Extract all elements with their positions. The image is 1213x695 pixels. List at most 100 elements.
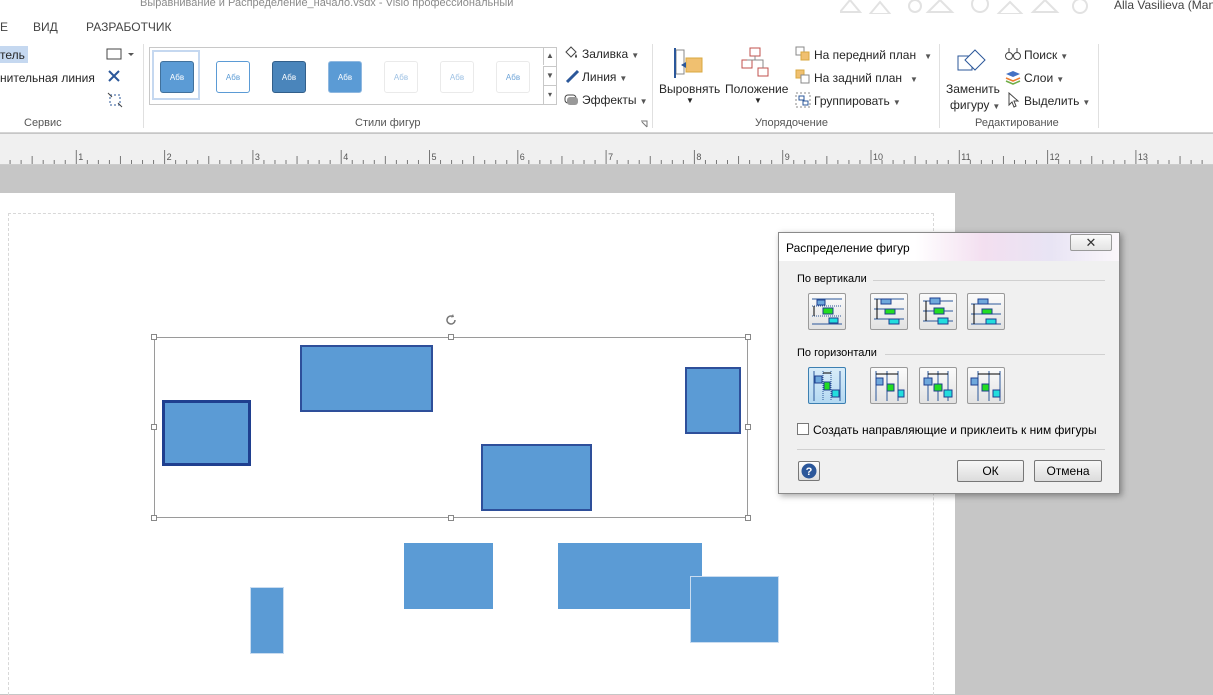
shape-rectangle[interactable]	[404, 543, 493, 609]
line-label: Линия	[582, 70, 617, 84]
close-x-icon[interactable]	[107, 69, 121, 83]
help-button[interactable]: ?	[798, 461, 820, 481]
crop-tool-icon[interactable]	[107, 92, 123, 108]
user-name[interactable]: Alla Vasilieva (Man	[1114, 0, 1213, 12]
style-swatch-5[interactable]: Абв	[384, 61, 418, 93]
chevron-down-icon[interactable]: ▼	[754, 96, 762, 105]
dialog-title-bar[interactable]: Распределение фигур ✕	[779, 233, 1119, 261]
close-button[interactable]: ✕	[1070, 234, 1112, 251]
horizontal-section-label: По горизонтали	[797, 347, 877, 359]
change-shape-label: фигуру	[950, 98, 990, 112]
tab-developer[interactable]: РАЗРАБОТЧИК	[86, 20, 172, 34]
gallery-more[interactable]: ▾	[543, 85, 556, 104]
shape-rectangle[interactable]	[558, 543, 702, 609]
gallery-scroll-down[interactable]: ▼	[543, 66, 556, 85]
change-shape-button-line2[interactable]: фигуру ▼	[950, 98, 1000, 112]
style-swatch-3[interactable]: Абв	[272, 61, 306, 93]
ok-button[interactable]: ОК	[957, 460, 1024, 482]
shape-rectangle[interactable]	[250, 587, 284, 654]
create-guides-checkbox[interactable]	[797, 423, 809, 435]
ribbon: тель нительная линия Сервис Абв Абв Абв …	[0, 40, 1213, 133]
tab-view[interactable]: ВИД	[33, 20, 58, 34]
cancel-button[interactable]: Отмена	[1034, 460, 1102, 482]
fill-bucket-icon	[565, 46, 577, 58]
ribbon-tabs: Е ВИД РАЗРАБОТЧИК	[0, 14, 1213, 40]
shape-styles-gallery[interactable]: Абв Абв Абв Абв Абв Абв Абв	[149, 47, 557, 105]
chevron-down-icon[interactable]: ▼	[686, 96, 694, 105]
bring-front-icon	[795, 46, 810, 61]
style-swatch-7[interactable]: Абв	[496, 61, 530, 93]
help-icon: ?	[801, 463, 817, 479]
chevron-down-icon: ▼	[910, 75, 918, 84]
style-swatch-6[interactable]: Абв	[440, 61, 474, 93]
resize-handle[interactable]	[151, 424, 157, 430]
resize-handle[interactable]	[151, 515, 157, 521]
change-shape-icon[interactable]	[955, 46, 989, 80]
change-shape-button[interactable]: Заменить	[946, 82, 1000, 96]
align-icon[interactable]	[672, 46, 706, 80]
bring-front-menu[interactable]: На передний план ▼	[814, 48, 932, 62]
resize-handle[interactable]	[745, 334, 751, 340]
layers-label: Слои	[1024, 71, 1054, 85]
align-button[interactable]: Выровнять	[659, 82, 720, 96]
distribute-vertical-bottom-button[interactable]	[967, 293, 1005, 330]
distribute-horizontal-center-button[interactable]	[919, 367, 957, 404]
shape-rectangle[interactable]	[162, 400, 251, 466]
shape-rectangle[interactable]	[685, 367, 741, 434]
chevron-down-icon: ▼	[631, 51, 640, 60]
send-back-menu[interactable]: На задний план ▼	[814, 71, 918, 85]
pointer-tool-label[interactable]: тель	[0, 48, 25, 62]
bring-front-label: На передний план	[814, 48, 917, 62]
shape-rectangle[interactable]	[481, 444, 592, 511]
style-swatch-1[interactable]: Абв	[160, 61, 194, 93]
gallery-scroll-up[interactable]: ▲	[543, 47, 556, 65]
distribute-center-icon	[923, 371, 953, 401]
close-icon: ✕	[1085, 235, 1097, 250]
ruler-label: 6	[520, 152, 525, 162]
distribute-vertical-middle-button[interactable]	[919, 293, 957, 330]
effects-label: Эффекты	[582, 93, 637, 107]
effects-menu[interactable]: Эффекты ▼	[582, 93, 647, 107]
ruler-label: 10	[873, 152, 883, 162]
dialog-title: Распределение фигур	[786, 241, 910, 255]
effects-icon	[564, 94, 578, 105]
position-button[interactable]: Положение	[725, 82, 788, 96]
distribute-horizontal-left-button[interactable]	[870, 367, 908, 404]
distribute-horizontal-right-button[interactable]	[967, 367, 1005, 404]
rotate-handle-icon[interactable]	[443, 312, 459, 328]
tab-partial[interactable]: Е	[0, 20, 8, 34]
shape-rectangle[interactable]	[690, 576, 779, 643]
resize-handle[interactable]	[151, 334, 157, 340]
shape-rectangle[interactable]	[300, 345, 433, 412]
resize-handle[interactable]	[448, 515, 454, 521]
fill-menu[interactable]: Заливка ▼	[582, 47, 639, 61]
connector-tool-label[interactable]: нительная линия	[0, 71, 95, 85]
distribute-vertical-spacing-button[interactable]	[808, 293, 846, 330]
ruler-label: 13	[1138, 152, 1148, 162]
dialog-launcher-icon[interactable]	[640, 120, 648, 128]
rectangle-tool-icon[interactable]	[106, 47, 136, 61]
resize-handle[interactable]	[448, 334, 454, 340]
resize-handle[interactable]	[745, 515, 751, 521]
layers-menu[interactable]: Слои ▼	[1024, 71, 1064, 85]
binoculars-icon	[1005, 48, 1021, 60]
select-menu[interactable]: Выделить ▼	[1024, 94, 1090, 108]
group-menu[interactable]: Группировать ▼	[814, 94, 901, 108]
position-icon[interactable]	[740, 46, 772, 78]
chevron-down-icon: ▼	[1060, 52, 1069, 61]
window-title: Выравнивание и Распределение_начало.vsdx…	[140, 0, 514, 9]
horizontal-ruler[interactable]: 1 2 3 4 5 6 7 8 9 10 11 12 13	[0, 134, 1213, 165]
line-pen-icon	[565, 69, 580, 84]
style-swatch-2[interactable]: Абв	[216, 61, 250, 93]
distribute-middle-icon	[923, 297, 953, 325]
find-menu[interactable]: Поиск ▼	[1024, 48, 1068, 62]
distribute-horizontal-spacing-button[interactable]	[808, 367, 846, 404]
style-swatch-4[interactable]: Абв	[328, 61, 362, 93]
distribute-vertical-top-button[interactable]	[870, 293, 908, 330]
ruler-label: 5	[432, 152, 437, 162]
resize-handle[interactable]	[745, 424, 751, 430]
create-guides-label[interactable]: Создать направляющие и приклеить к ним ф…	[813, 423, 1097, 437]
distribute-shapes-dialog: Распределение фигур ✕ По вертикали По го…	[778, 232, 1120, 494]
line-menu[interactable]: Линия ▼	[582, 70, 627, 84]
distribute-horizontal-spacing-icon	[813, 371, 841, 401]
